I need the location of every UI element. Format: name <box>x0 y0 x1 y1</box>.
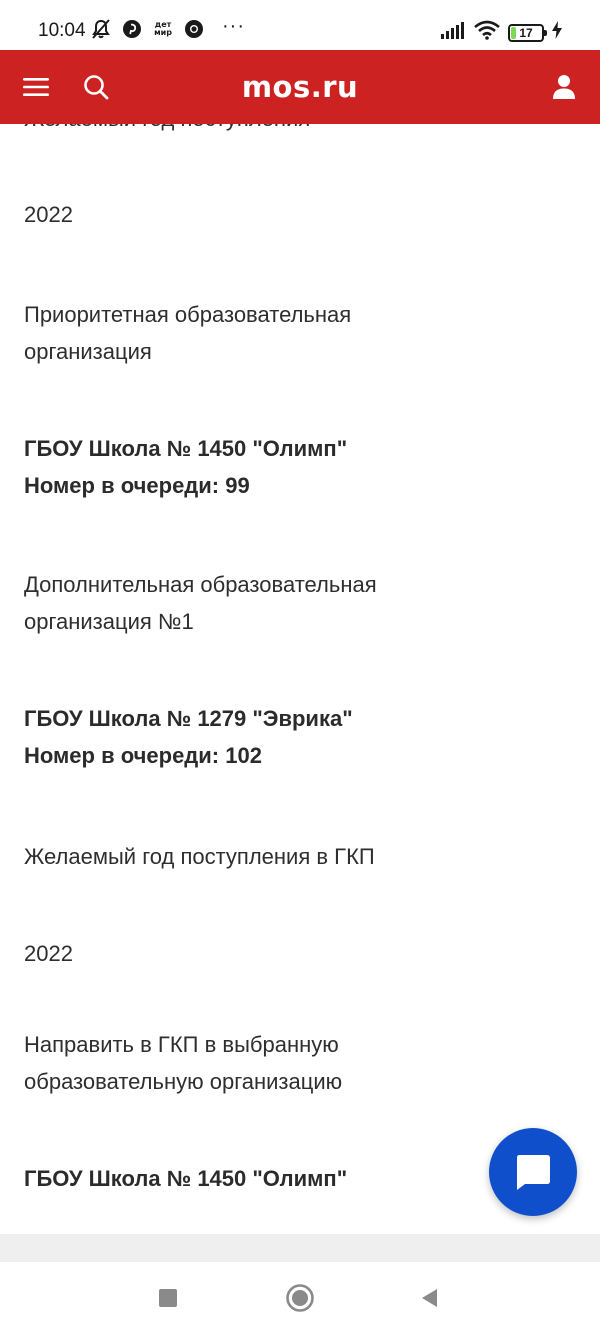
circle-home-icon <box>286 1284 314 1312</box>
user-profile-button[interactable] <box>534 50 594 124</box>
more-notifications-icon: ··· <box>222 14 245 37</box>
page-footer-edge <box>0 1234 600 1262</box>
priority-organization-name: ГБОУ Школа № 1450 "Олимп" <box>24 436 348 461</box>
additional-organization-name: ГБОУ Школа № 1279 "Эврика" <box>24 706 353 731</box>
status-time: 10:04 <box>38 20 86 41</box>
bell-off-icon <box>90 18 112 40</box>
additional-queue-number: Номер в очереди: 102 <box>24 743 262 768</box>
wifi-icon <box>474 20 500 45</box>
menu-button[interactable] <box>6 50 66 124</box>
signal-icon <box>440 21 466 44</box>
status-bar: 10:04 дет мир ··· 17 <box>0 0 600 50</box>
gkp-organization-name: ГБОУ Школа № 1450 "Олимп" <box>24 1166 348 1191</box>
gkp-direct-label: Направить в ГКП в выбранную образователь… <box>24 1032 343 1094</box>
additional-organization-label: Дополнительная образовательная организац… <box>24 572 377 634</box>
application-details: Желаемый год поступления 2022 Приоритетн… <box>0 124 600 1234</box>
hamburger-menu-icon <box>23 78 49 96</box>
battery-fill <box>511 26 516 39</box>
system-navigation-bar <box>0 1262 600 1332</box>
priority-queue-number: Номер в очереди: 99 <box>24 473 250 498</box>
detmir-icon: дет мир <box>154 20 172 37</box>
user-icon <box>553 75 575 99</box>
status-system-icons: 17 <box>440 20 562 45</box>
battery-level: 17 <box>519 25 533 40</box>
triangle-back-icon <box>422 1289 437 1307</box>
chat-button[interactable] <box>489 1128 577 1216</box>
battery-indicator: 17 <box>508 23 547 42</box>
gkp-year-value: 2022 <box>24 941 73 966</box>
priority-organization-label: Приоритетная образовательная организация <box>24 302 352 364</box>
gkp-year-label: Желаемый год поступления в ГКП <box>24 844 375 869</box>
back-button[interactable] <box>408 1276 452 1320</box>
desired-year-value: 2022 <box>24 202 73 227</box>
chat-bubble-icon <box>517 1155 550 1190</box>
pinterest-icon <box>122 19 142 39</box>
square-recents-icon <box>159 1289 177 1307</box>
status-notification-icons: дет мир ··· <box>90 14 245 40</box>
charging-icon <box>552 21 562 44</box>
home-button[interactable] <box>278 1276 322 1320</box>
search-icon <box>84 75 109 100</box>
app-header: mos.ru <box>0 50 600 124</box>
recents-button[interactable] <box>146 1276 190 1320</box>
search-button[interactable] <box>66 50 126 124</box>
field-label-desired-year-partial: Желаемый год поступления <box>24 124 484 137</box>
chrome-icon <box>184 19 204 39</box>
